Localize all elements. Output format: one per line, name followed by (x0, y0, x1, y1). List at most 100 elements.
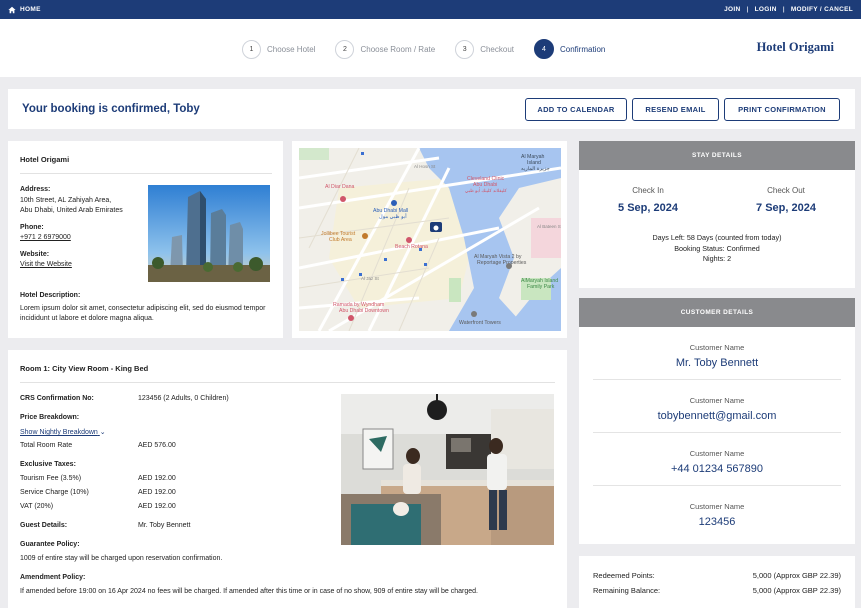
customer-id-value: 123456 (698, 516, 736, 528)
step-number: 4 (533, 39, 554, 59)
svg-text:Club Area: Club Area (329, 237, 352, 243)
description-label: Hotel Description: (20, 292, 81, 299)
svg-text:Al Diar Dana: Al Diar Dana (325, 184, 355, 190)
print-confirmation-button[interactable]: PRINT CONFIRMATION (724, 97, 840, 121)
customer-field: Customer Name 123456 (593, 486, 841, 539)
nightly-breakdown-label: Show Nightly Breakdown (20, 429, 98, 436)
total-rate-value: AED 576.00 (138, 442, 176, 449)
remaining-balance-value: 5,000 (Approx GBP 22.39) (752, 586, 841, 595)
check-in-date: 5 Sep, 2024 (618, 202, 678, 214)
customer-field: Customer Name +44 01234 567890 (593, 433, 841, 486)
add-to-calendar-button[interactable]: ADD TO CALENDAR (525, 97, 627, 121)
service-charge-value: AED 192.00 (138, 489, 176, 496)
top-navigation-bar: HOME JOIN | LOGIN | MODIFY / CANCEL (0, 0, 861, 19)
check-out-date: 7 Sep, 2024 (756, 202, 816, 214)
total-rate-label: Total Room Rate (20, 442, 73, 449)
address-line-1: 10th Street, AL Zahiyah Area, (20, 196, 112, 204)
crs-value: 123456 (2 Adults, 0 Children) (138, 395, 229, 402)
svg-text:كليفلاند كلينك أبو ظبي: كليفلاند كلينك أبو ظبي (465, 186, 508, 194)
brand-logo[interactable]: Hotel Origami (757, 40, 834, 55)
home-label: HOME (20, 6, 41, 13)
step-label: Confirmation (559, 44, 606, 54)
remaining-balance-row: Remaining Balance: 5,000 (Approx GBP 22.… (593, 583, 841, 598)
redeemed-points-value: 5,000 (Approx GBP 22.39) (752, 571, 841, 580)
customer-details-header: CUSTOMER DETAILS (579, 298, 855, 327)
stay-dates: Check In 5 Sep, 2024 Check Out 7 Sep, 20… (579, 186, 855, 214)
booking-steps: 1 Choose Hotel 2 Choose Room / Rate 3 Ch… (242, 39, 625, 59)
hotel-photo (148, 185, 270, 282)
amendment-policy-label: Amendment Policy: (20, 574, 86, 581)
vat-label: VAT (20%) (20, 503, 54, 510)
chevron-down-icon: ⌄ (99, 429, 106, 436)
room-details-card: Room 1: City View Room - King Bed CRS Co… (8, 350, 567, 608)
map-card: Al Maryah Island جزيرة الماريه Al Diar D… (292, 141, 567, 338)
hotel-contact-info: Address: 10th Street, AL Zahiyah Area, A… (20, 185, 145, 271)
home-link[interactable]: HOME (8, 6, 41, 14)
divider (20, 382, 555, 383)
svg-text:Reportage Properties: Reportage Properties (477, 260, 527, 266)
location-map[interactable]: Al Maryah Island جزيرة الماريه Al Diar D… (299, 148, 561, 331)
check-in-label: Check In (632, 186, 664, 195)
booking-header: 1 Choose Hotel 2 Choose Room / Rate 3 Ch… (0, 19, 861, 77)
customer-field-label: Customer Name (689, 343, 745, 352)
service-charge-label: Service Charge (10%) (20, 489, 89, 496)
amendment-policy-text: If amended before 19:00 on 16 Apr 2024 n… (20, 588, 479, 595)
customer-field-label: Customer Name (689, 502, 745, 511)
divider (20, 173, 272, 174)
points-summary-card: Redeemed Points: 5,000 (Approx GBP 22.39… (579, 556, 855, 608)
link-separator: | (746, 6, 749, 13)
login-link[interactable]: LOGIN (749, 6, 783, 13)
hotel-info-card: Hotel Origami Address: 10th Street, AL Z… (8, 141, 283, 338)
crs-label: CRS Confirmation No: (20, 395, 94, 402)
nights-count: Nights: 2 (702, 254, 732, 263)
booking-status: Booking Status: Confirmed (674, 243, 760, 253)
vat-value: AED 192.00 (138, 503, 176, 510)
show-nightly-breakdown-link[interactable]: Show Nightly Breakdown ⌄ (20, 428, 106, 436)
svg-text:Family Park: Family Park (527, 284, 555, 290)
customer-field-label: Customer Name (689, 396, 745, 405)
room-photo (341, 394, 554, 545)
home-icon (8, 6, 16, 13)
website-label: Website: (20, 250, 50, 258)
customer-phone-value: +44 01234 567890 (670, 463, 764, 475)
join-link[interactable]: JOIN (718, 6, 746, 13)
step-number: 3 (455, 39, 475, 59)
account-links: JOIN | LOGIN | MODIFY / CANCEL (718, 6, 853, 13)
guarantee-policy-label: Guarantee Policy: (20, 541, 80, 548)
svg-text:أبو ظبي مول: أبو ظبي مول (379, 212, 407, 220)
step-choose-hotel[interactable]: 1 Choose Hotel (242, 39, 315, 59)
guest-details-label: Guest Details: (20, 522, 68, 529)
tourism-fee-label: Tourism Fee (3.5%) (20, 475, 82, 482)
customer-field: Customer Name tobybennett@gmail.com (593, 380, 841, 433)
price-breakdown-label: Price Breakdown: (20, 414, 80, 421)
redeemed-points-row: Redeemed Points: 5,000 (Approx GBP 22.39… (593, 568, 841, 583)
stay-details-card: STAY DETAILS Check In 5 Sep, 2024 Check … (579, 141, 855, 288)
link-separator: | (782, 6, 785, 13)
check-in: Check In 5 Sep, 2024 (579, 186, 717, 214)
step-checkout[interactable]: 3 Checkout (455, 39, 514, 59)
step-number: 2 (335, 39, 355, 59)
website-link[interactable]: Visit the Website (20, 261, 72, 268)
remaining-balance-label: Remaining Balance: (593, 586, 661, 595)
svg-text:Abu Dhabi Downtown: Abu Dhabi Downtown (339, 308, 389, 314)
stay-meta: Days Left: 58 Days (counted from today) … (579, 233, 855, 265)
check-out-label: Check Out (767, 186, 805, 195)
step-label: Checkout (480, 44, 514, 54)
customer-field-label: Customer Name (689, 449, 745, 458)
exclusive-taxes-label: Exclusive Taxes: (20, 461, 76, 468)
days-left: Days Left: 58 Days (counted from today) (652, 233, 782, 242)
hotel-description: Hotel Description: Lorem ipsum dolor sit… (20, 291, 275, 325)
redeemed-points-label: Redeemed Points: (593, 571, 655, 580)
phone-link[interactable]: +971 2 6979000 (20, 234, 71, 241)
step-confirmation[interactable]: 4 Confirmation (533, 39, 606, 59)
svg-text:جزيرة الماريه: جزيرة الماريه (521, 166, 550, 172)
modify-cancel-link[interactable]: MODIFY / CANCEL (785, 6, 853, 13)
step-choose-room-rate[interactable]: 2 Choose Room / Rate (335, 39, 435, 59)
svg-text:Al Jaz St: Al Jaz St (361, 276, 380, 281)
svg-text:Waterfront Towers: Waterfront Towers (459, 320, 501, 326)
room-title: Room 1: City View Room - King Bed (20, 364, 149, 373)
resend-email-button[interactable]: RESEND EMAIL (632, 97, 719, 121)
customer-field: Customer Name Mr. Toby Bennett (593, 327, 841, 380)
guest-details-value: Mr. Toby Bennett (138, 522, 191, 529)
confirmation-actions: ADD TO CALENDAR RESEND EMAIL PRINT CONFI… (525, 97, 840, 121)
